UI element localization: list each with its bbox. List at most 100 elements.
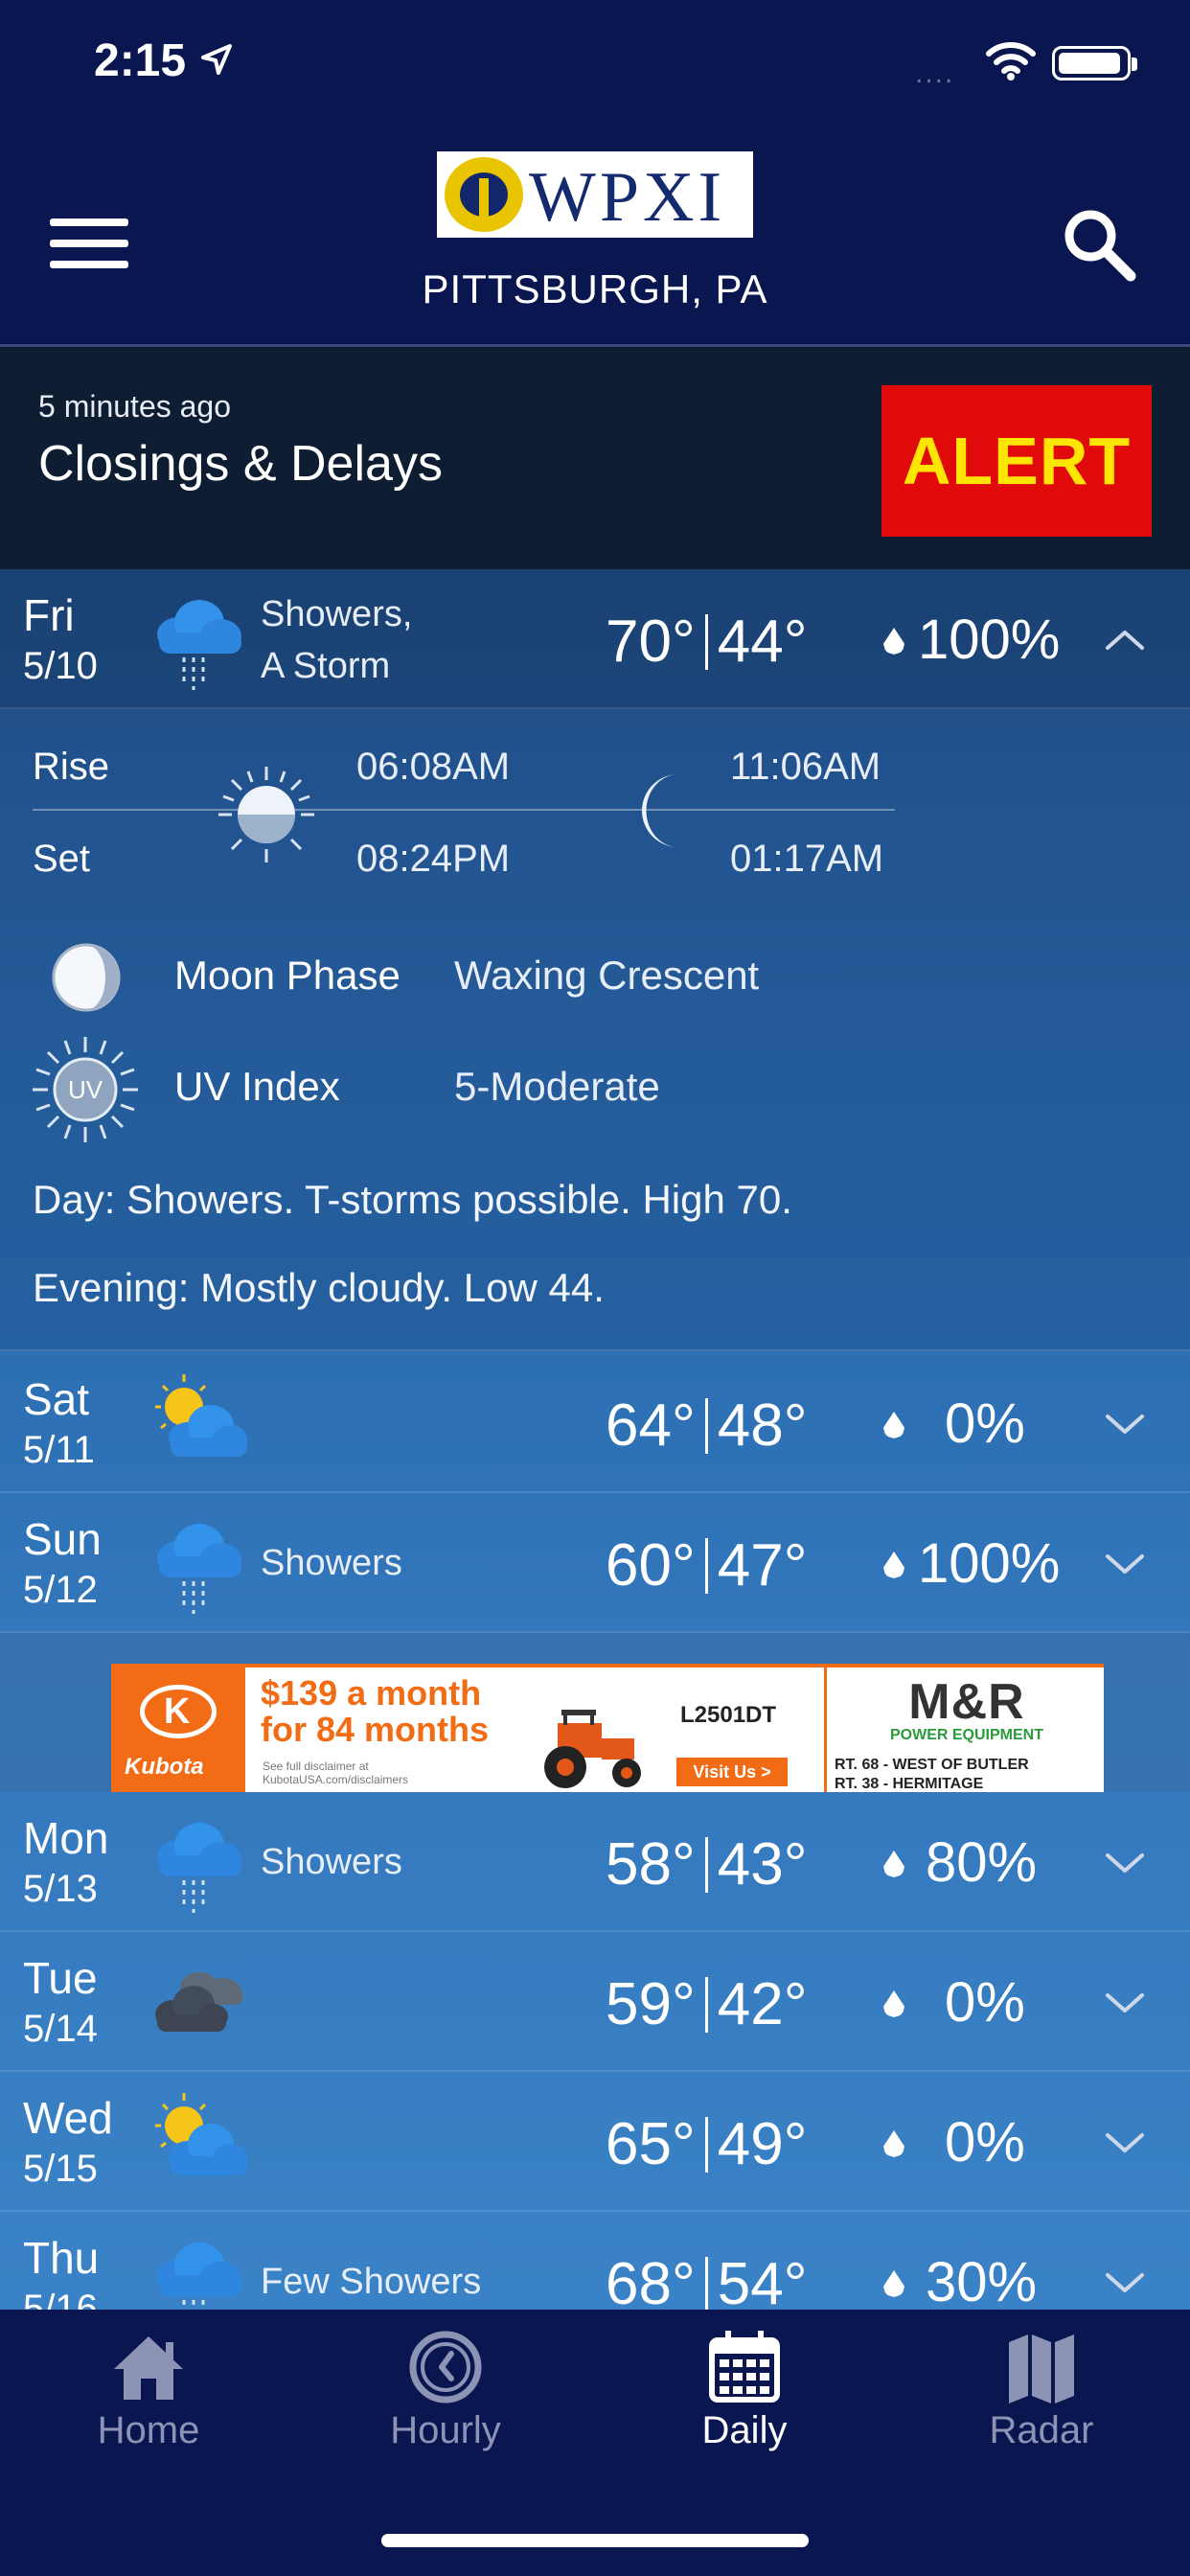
raindrop-icon <box>883 628 904 655</box>
forecast-day: Fri <box>23 590 75 640</box>
forecast-temps: 64° 48° <box>606 1392 808 1461</box>
forecast-row-wed[interactable]: Wed 5/15 65° 49° 0% <box>0 2072 1190 2212</box>
chevron-down-icon[interactable] <box>1102 1541 1148 1587</box>
home-indicator[interactable] <box>381 2534 809 2547</box>
alert-timestamp: 5 minutes ago <box>38 389 232 424</box>
dealer-sub: POWER EQUIPMENT <box>889 1727 1043 1743</box>
high-temp: 64° <box>606 1392 696 1459</box>
dealer-location-line1: RT. 68 - WEST OF BUTLER <box>835 1757 1029 1773</box>
ad-brand: Kubota <box>125 1754 204 1780</box>
calendar-icon <box>709 2331 780 2403</box>
forecast-condition: Few Showers <box>261 2262 482 2302</box>
forecast-condition: Showers <box>261 1543 402 1583</box>
forecast-row-tue[interactable]: Tue 5/14 59° 42° 0% <box>0 1932 1190 2072</box>
kubota-ad-banner[interactable]: Kubota $139 a month for 84 months See fu… <box>111 1664 1104 1792</box>
forecast-day: Tue <box>23 1953 98 2003</box>
forecast-date: 5/12 <box>23 1569 98 1611</box>
chevron-up-icon[interactable] <box>1102 617 1148 663</box>
precip-value: 100% <box>918 1532 1061 1595</box>
precip-value: 100% <box>918 609 1061 671</box>
forecast-date: 5/10 <box>23 645 98 687</box>
forecast-date: 5/13 <box>23 1868 98 1910</box>
status-time: 2:15 <box>94 35 187 86</box>
evening-label: Evening <box>33 1265 178 1310</box>
chevron-down-icon[interactable] <box>1102 2260 1148 2306</box>
alert-title[interactable]: Closings & Delays <box>38 435 443 493</box>
tab-hourly[interactable]: Hourly <box>297 2310 594 2501</box>
chevron-down-icon[interactable] <box>1102 1980 1148 2026</box>
precip-value: 0% <box>945 2111 1025 2174</box>
rain-cloud-icon <box>142 1510 249 1618</box>
forecast-row-mon[interactable]: Mon 5/13 Showers 58° 43° 80% <box>0 1792 1190 1932</box>
tab-home[interactable]: Home <box>0 2310 297 2501</box>
ad-offer-line2: for 84 months <box>261 1710 490 1749</box>
forecast-row-fri[interactable]: Fri 5/10 Showers, A Storm 70° 44° 100% <box>0 569 1190 709</box>
tab-home-label: Home <box>97 2409 200 2451</box>
low-temp: 54° <box>717 2251 808 2310</box>
chevron-down-icon[interactable] <box>1102 2120 1148 2166</box>
raindrop-icon <box>883 1990 904 2017</box>
search-icon[interactable] <box>1056 201 1142 288</box>
sunrise-time: 06:08AM <box>356 746 511 788</box>
daily-forecast-list[interactable]: Fri 5/10 Showers, A Storm 70° 44° 100% Ri… <box>0 569 1190 2310</box>
tab-hourly-label: Hourly <box>390 2409 501 2451</box>
ad-fine-line1: See full disclaimer at <box>263 1760 369 1773</box>
raindrop-icon <box>883 2130 904 2157</box>
forecast-day: Sat <box>23 1374 90 1424</box>
battery-icon <box>1052 46 1137 80</box>
alert-badge[interactable]: ALERT <box>881 385 1152 537</box>
closings-alert-banner[interactable]: 5 minutes ago Closings & Delays ALERT <box>0 347 1190 569</box>
sunset-time: 08:24PM <box>356 838 511 880</box>
home-icon <box>114 2336 183 2400</box>
precip-value: 80% <box>926 1831 1038 1894</box>
tab-daily-label: Daily <box>701 2409 788 2451</box>
forecast-details-fri: Rise Set 06:08AM 08:24PM 11:06AM 01:17AM <box>0 709 1190 1351</box>
ad-visit-button[interactable]: Visit Us > <box>676 1758 788 1786</box>
forecast-condition-line1: Showers, <box>261 594 413 634</box>
high-temp: 68° <box>606 2251 696 2310</box>
rise-label: Rise <box>33 746 110 788</box>
chevron-down-icon[interactable] <box>1102 1401 1148 1447</box>
partly-sunny-icon <box>142 1370 249 1478</box>
high-temp: 59° <box>606 1971 696 2037</box>
rain-cloud-icon <box>142 586 249 694</box>
day-text: : Showers. T-storms possible. High 70. <box>103 1177 792 1222</box>
forecast-row-thu[interactable]: Thu 5/16 Few Showers 68° 54° 30% <box>0 2212 1190 2310</box>
high-temp: 58° <box>606 1831 696 1898</box>
ad-container: Kubota $139 a month for 84 months See fu… <box>0 1633 1190 1792</box>
location-label[interactable]: PITTSBURGH, PA <box>0 266 1190 312</box>
chevron-down-icon[interactable] <box>1102 1840 1148 1886</box>
forecast-temps: 58° 43° <box>606 1830 808 1900</box>
forecast-temps: 65° 49° <box>606 2110 808 2180</box>
logo-mark-icon <box>445 157 523 232</box>
tab-daily[interactable]: Daily <box>596 2310 893 2501</box>
ad-offer-line1: $139 a month <box>261 1673 482 1713</box>
precip-value: 0% <box>945 1971 1025 2034</box>
low-temp: 49° <box>717 2111 808 2177</box>
tractor-icon <box>544 1710 641 1788</box>
wifi-icon <box>986 42 1036 80</box>
hamburger-menu-icon[interactable] <box>50 218 128 272</box>
forecast-date: 5/16 <box>23 2288 98 2310</box>
horizon-line <box>33 809 895 811</box>
forecast-temps: 68° 54° <box>606 2250 808 2310</box>
precip-value: 0% <box>945 1392 1025 1455</box>
low-temp: 43° <box>717 1831 808 1898</box>
moonrise-time: 11:06AM <box>730 746 881 788</box>
ad-fine-print: See full disclaimer at KubotaUSA.com/dis… <box>263 1760 408 1786</box>
precip-chance: 100% <box>883 608 1060 672</box>
map-icon <box>1009 2334 1074 2404</box>
precip-chance: 80% <box>883 1830 1037 1895</box>
tab-radar[interactable]: Radar <box>893 2310 1190 2501</box>
raindrop-icon <box>883 1552 904 1578</box>
moon-phase-value: Waxing Crescent <box>454 953 760 998</box>
sun-horizon-icon <box>218 767 314 862</box>
forecast-date: 5/11 <box>23 1429 95 1471</box>
ad-fine-line2: KubotaUSA.com/disclaimers <box>263 1773 409 1786</box>
precip-chance: 100% <box>883 1531 1060 1596</box>
low-temp: 44° <box>717 609 808 675</box>
forecast-row-sat[interactable]: Sat 5/11 64° 48° 0% <box>0 1353 1190 1493</box>
forecast-temps: 70° 44° <box>606 608 808 678</box>
low-temp: 48° <box>717 1392 808 1459</box>
forecast-row-sun[interactable]: Sun 5/12 Showers 60° 47° 100% <box>0 1493 1190 1633</box>
